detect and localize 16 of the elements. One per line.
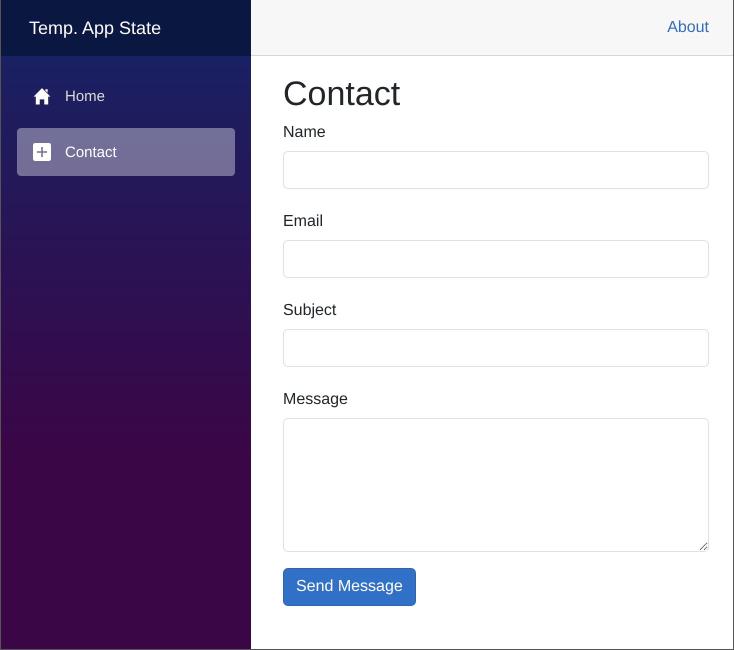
app-title[interactable]: Temp. App State <box>29 18 162 38</box>
message-field[interactable] <box>283 418 709 552</box>
input-field[interactable] <box>283 151 709 189</box>
field-label: Email <box>283 213 324 231</box>
input-field[interactable] <box>283 329 709 367</box>
field-label: Message <box>283 391 348 409</box>
about-link[interactable]: About <box>667 18 709 36</box>
input-field[interactable] <box>283 240 709 278</box>
send-button[interactable]: Send Message <box>283 568 416 606</box>
nav-link[interactable]: Home <box>17 72 235 120</box>
plus-icon <box>33 143 51 161</box>
nav-link[interactable]: Contact <box>17 128 235 176</box>
field-label: Name <box>283 124 326 142</box>
home-icon <box>33 87 51 105</box>
field-label: Subject <box>283 302 336 320</box>
page-title: Contact <box>283 74 400 114</box>
